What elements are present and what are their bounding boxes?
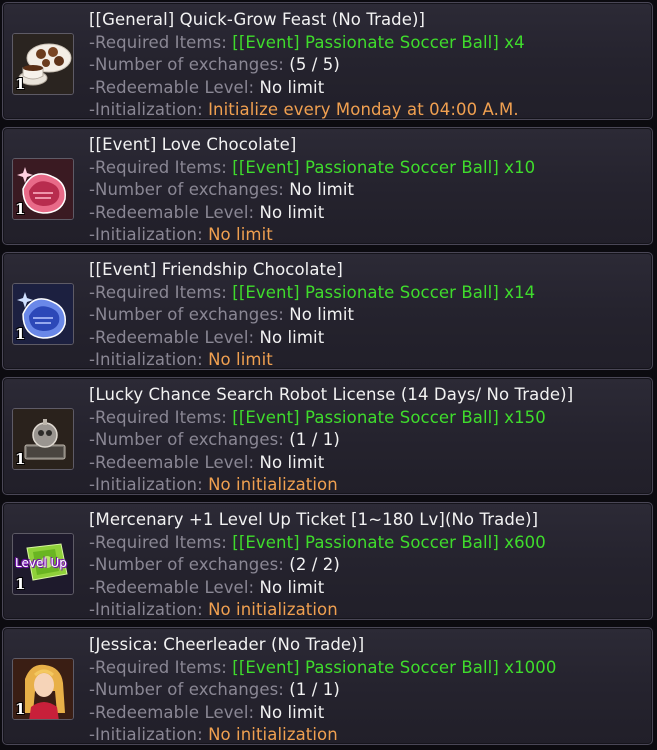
initialization-value: No limit	[208, 225, 273, 244]
level-label: -Redeemable Level:	[89, 77, 260, 97]
exchanges-value: (1 / 1)	[289, 430, 340, 449]
exchanges-value: (5 / 5)	[289, 55, 340, 74]
level-label: -Redeemable Level:	[89, 577, 260, 597]
item-title: [[General] Quick-Grow Feast (No Trade)]	[89, 10, 426, 29]
love-chocolate-icon[interactable]: 1	[12, 158, 74, 220]
level-value: No limit	[259, 452, 325, 472]
item-quantity: 1	[15, 75, 26, 93]
level-label: -Redeemable Level:	[89, 452, 260, 472]
required-items-label: -Required Items:	[89, 282, 233, 302]
exchanges-value: No limit	[289, 305, 355, 324]
level-value: No limit	[259, 327, 325, 347]
level-label: -Redeemable Level:	[89, 202, 260, 222]
required-items-label: -Required Items:	[89, 532, 233, 552]
item-quantity: 1	[15, 700, 26, 718]
item-title: [Mercenary +1 Level Up Ticket [1~180 Lv]…	[89, 510, 539, 529]
exchange-row-quick-grow-feast[interactable]: 1 [[General] Quick-Grow Feast (No Trade)…	[2, 2, 653, 120]
exchange-row-jessica-cheerleader[interactable]: 1 [Jessica: Cheerleader (No Trade)] -Req…	[2, 627, 653, 745]
exchanges-value: (1 / 1)	[289, 680, 340, 699]
required-items-label: -Required Items:	[89, 32, 233, 52]
initialization-value: No initialization	[208, 725, 338, 744]
level-up-ticket-icon[interactable]: Level Up 1	[12, 533, 74, 595]
item-quantity: 1	[15, 450, 26, 468]
level-value: No limit	[259, 577, 325, 597]
required-items-value: [[Event] Passionate Soccer Ball] x150	[232, 407, 546, 427]
friendship-chocolate-icon[interactable]: 1	[12, 283, 74, 345]
item-title: [Lucky Chance Search Robot License (14 D…	[89, 385, 574, 404]
exchanges-value: (2 / 2)	[289, 555, 340, 574]
item-title: [Jessica: Cheerleader (No Trade)]	[89, 635, 365, 654]
level-value: No limit	[259, 202, 325, 222]
item-title: [[Event] Friendship Chocolate]	[89, 260, 343, 279]
level-label: -Redeemable Level:	[89, 327, 260, 347]
required-items-value: [[Event] Passionate Soccer Ball] x14	[232, 282, 536, 302]
exchanges-value: No limit	[289, 180, 355, 199]
level-label: -Redeemable Level:	[89, 702, 260, 722]
exchanges-label: -Number of exchanges:	[89, 555, 290, 574]
feast-icon[interactable]: 1	[12, 33, 74, 95]
cheerleader-portrait-icon[interactable]: 1	[12, 658, 74, 720]
initialization-value: No initialization	[208, 475, 338, 494]
robot-license-icon[interactable]: 1	[12, 408, 74, 470]
exchanges-label: -Number of exchanges:	[89, 55, 290, 74]
required-items-value: [[Event] Passionate Soccer Ball] x600	[232, 532, 546, 552]
initialization-value: No limit	[208, 350, 273, 369]
initialization-label: -Initialization:	[89, 600, 209, 619]
exchanges-label: -Number of exchanges:	[89, 305, 290, 324]
required-items-label: -Required Items:	[89, 157, 233, 177]
exchange-row-level-up-ticket[interactable]: Level Up 1 [Mercenary +1 Level Up Ticket…	[2, 502, 653, 620]
exchange-row-love-chocolate[interactable]: 1 [[Event] Love Chocolate] -Required Ite…	[2, 127, 653, 245]
exchanges-label: -Number of exchanges:	[89, 180, 290, 199]
initialization-label: -Initialization:	[89, 475, 209, 494]
exchanges-label: -Number of exchanges:	[89, 430, 290, 449]
level-up-badge: Level Up	[15, 556, 67, 570]
required-items-value: [[Event] Passionate Soccer Ball] x10	[232, 157, 536, 177]
exchange-list: 1 [[General] Quick-Grow Feast (No Trade)…	[0, 0, 657, 750]
initialization-value: No initialization	[208, 600, 338, 619]
item-quantity: 1	[15, 575, 26, 593]
exchanges-label: -Number of exchanges:	[89, 680, 290, 699]
item-quantity: 1	[15, 325, 26, 343]
required-items-value: [[Event] Passionate Soccer Ball] x4	[232, 32, 525, 52]
item-quantity: 1	[15, 200, 26, 218]
initialization-label: -Initialization:	[89, 350, 209, 369]
exchange-row-friendship-chocolate[interactable]: 1 [[Event] Friendship Chocolate] -Requir…	[2, 252, 653, 370]
initialization-label: -Initialization:	[89, 100, 209, 119]
initialization-label: -Initialization:	[89, 725, 209, 744]
initialization-value: Initialize every Monday at 04:00 A.M.	[208, 100, 519, 119]
required-items-value: [[Event] Passionate Soccer Ball] x1000	[232, 657, 557, 677]
exchange-row-robot-license[interactable]: 1 [Lucky Chance Search Robot License (14…	[2, 377, 653, 495]
level-value: No limit	[259, 77, 325, 97]
level-value: No limit	[259, 702, 325, 722]
required-items-label: -Required Items:	[89, 407, 233, 427]
initialization-label: -Initialization:	[89, 225, 209, 244]
item-title: [[Event] Love Chocolate]	[89, 135, 297, 154]
required-items-label: -Required Items:	[89, 657, 233, 677]
